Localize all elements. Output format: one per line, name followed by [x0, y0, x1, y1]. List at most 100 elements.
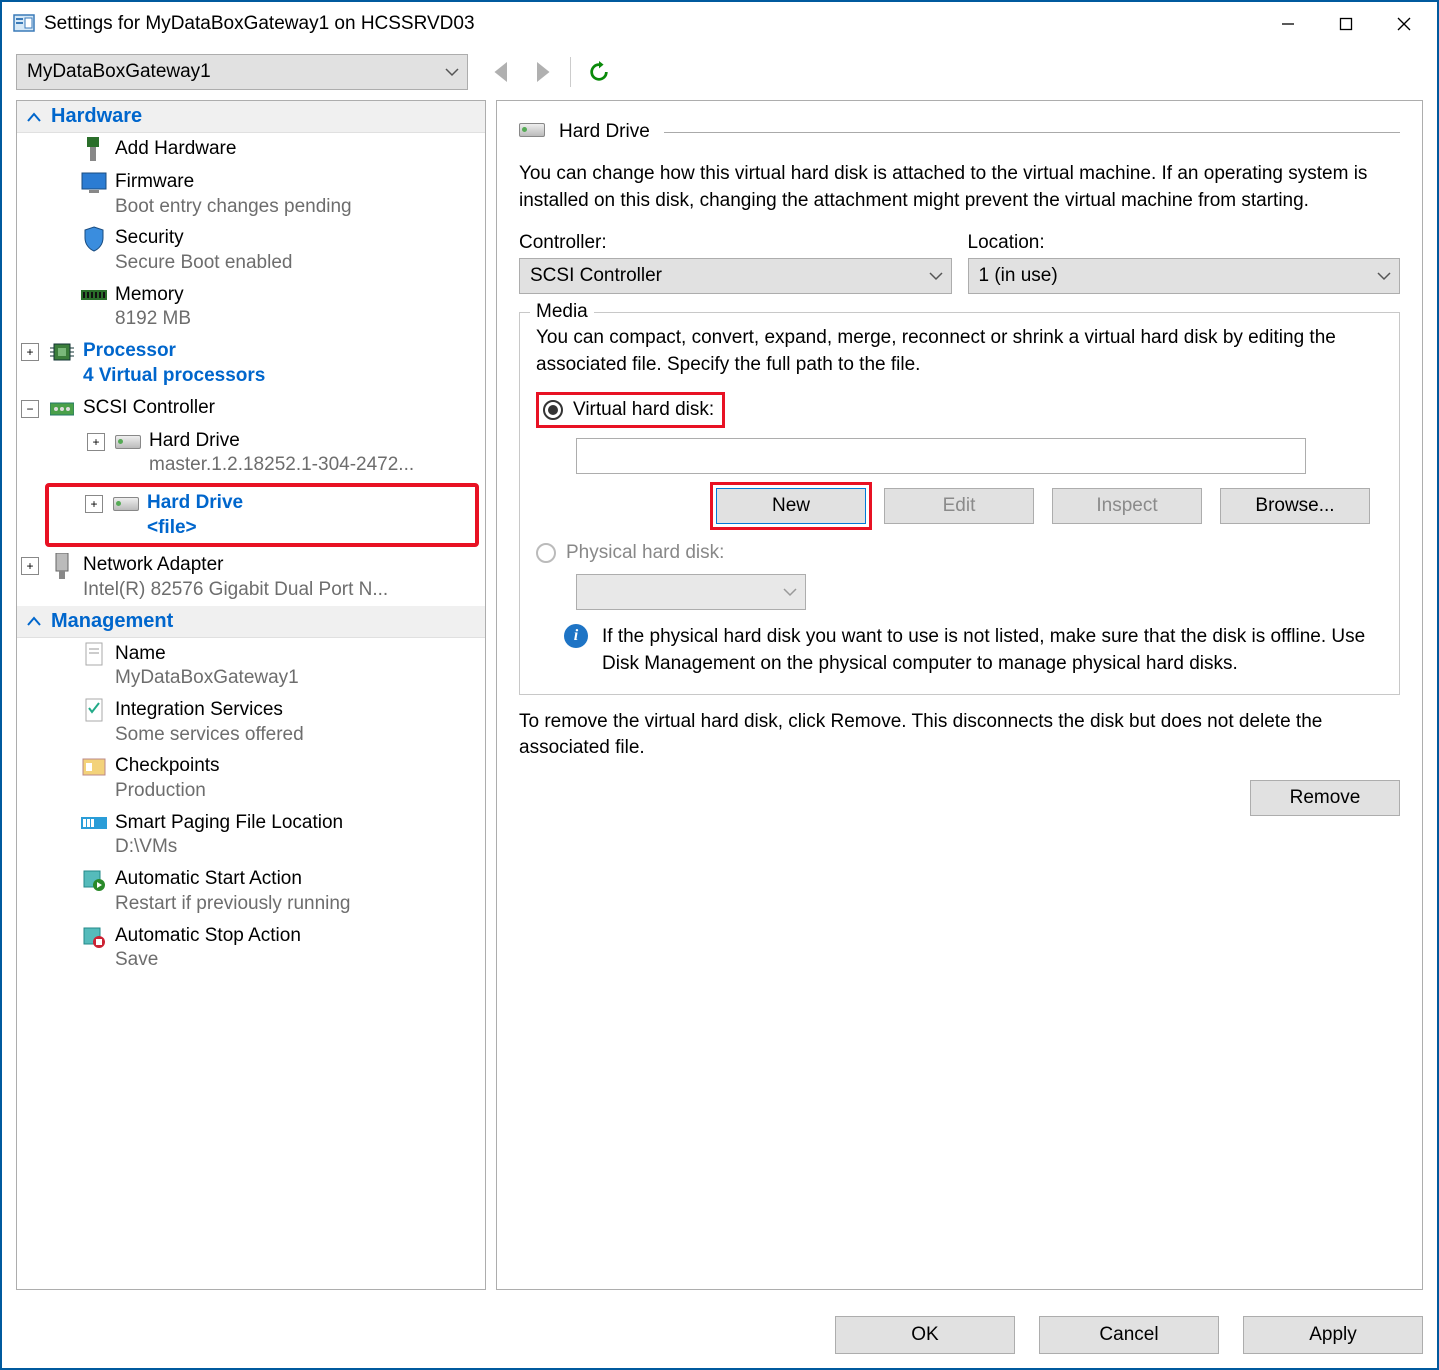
ok-button[interactable]: OK — [835, 1316, 1015, 1354]
detail-header: Hard Drive — [519, 121, 1400, 143]
item-label: Firmware — [115, 170, 352, 195]
item-sub: D:\VMs — [115, 835, 343, 860]
shield-icon — [81, 226, 107, 252]
minimize-button[interactable] — [1259, 6, 1317, 42]
item-label: Memory — [115, 283, 191, 308]
memory-icon — [81, 283, 107, 309]
chevron-down-icon — [1377, 265, 1391, 287]
hdd-icon — [115, 429, 141, 455]
maximize-button[interactable] — [1317, 6, 1375, 42]
item-label: Name — [115, 642, 299, 667]
info-text: If the physical hard disk you want to us… — [602, 624, 1383, 677]
processor-item[interactable]: + Processor 4 Virtual processors — [17, 335, 485, 391]
hdd-icon — [519, 123, 545, 141]
security-item[interactable]: Security Secure Boot enabled — [17, 222, 485, 278]
controller-label: Controller: — [519, 232, 952, 254]
scsi-controller-item[interactable]: − SCSI Controller — [17, 392, 485, 425]
item-sub: Restart if previously running — [115, 892, 351, 917]
close-button[interactable] — [1375, 6, 1433, 42]
chevron-down-icon — [445, 61, 459, 83]
info-row: i If the physical hard disk you want to … — [564, 624, 1383, 677]
vhd-path-input[interactable] — [576, 438, 1306, 474]
media-description: You can compact, convert, expand, merge,… — [536, 325, 1383, 378]
remove-button[interactable]: Remove — [1250, 780, 1400, 816]
controller-value: SCSI Controller — [530, 265, 662, 287]
physical-hard-disk-radio[interactable]: Physical hard disk: — [536, 542, 1383, 564]
virtual-hard-disk-radio[interactable]: Virtual hard disk: — [543, 399, 714, 421]
network-adapter-item[interactable]: + Network Adapter Intel(R) 82576 Gigabit… — [17, 549, 485, 605]
physical-disk-dropdown — [576, 574, 806, 610]
scsi-icon — [49, 396, 75, 422]
smart-paging-item[interactable]: Smart Paging File Location D:\VMs — [17, 807, 485, 863]
hard-drive-1-item[interactable]: + Hard Drive master.1.2.18252.1-304-2472… — [17, 425, 485, 481]
item-label: Smart Paging File Location — [115, 811, 343, 836]
item-sub: Some services offered — [115, 723, 304, 748]
vm-dropdown-value: MyDataBoxGateway1 — [27, 61, 211, 83]
memory-item[interactable]: Memory 8192 MB — [17, 279, 485, 335]
hard-drive-2-item[interactable]: + Hard Drive <file> — [49, 487, 475, 543]
firmware-item[interactable]: Firmware Boot entry changes pending — [17, 166, 485, 222]
item-sub: Production — [115, 779, 220, 804]
apply-button[interactable]: Apply — [1243, 1316, 1423, 1354]
tag-icon — [81, 642, 107, 668]
selected-item-highlight: + Hard Drive <file> — [45, 483, 479, 547]
item-label: Security — [115, 226, 292, 251]
detail-title: Hard Drive — [559, 121, 650, 143]
item-sub: Boot entry changes pending — [115, 195, 352, 220]
checkpoints-icon — [81, 754, 107, 780]
item-label: Automatic Stop Action — [115, 924, 301, 949]
item-label: Hard Drive — [147, 491, 243, 516]
refresh-button[interactable] — [581, 54, 617, 90]
stop-action-icon — [81, 924, 107, 950]
name-item[interactable]: Name MyDataBoxGateway1 — [17, 638, 485, 694]
settings-tree: Hardware Add Hardware Firmware Boot entr… — [16, 100, 486, 1290]
new-button[interactable]: New — [716, 488, 866, 524]
button-label: Apply — [1309, 1324, 1357, 1346]
expand-icon[interactable]: + — [87, 433, 105, 451]
button-label: Browse... — [1255, 495, 1334, 517]
media-legend: Media — [530, 301, 594, 323]
expand-icon[interactable]: + — [21, 343, 39, 361]
auto-stop-item[interactable]: Automatic Stop Action Save — [17, 920, 485, 976]
checkpoints-item[interactable]: Checkpoints Production — [17, 750, 485, 806]
location-label: Location: — [968, 232, 1401, 254]
controller-dropdown[interactable]: SCSI Controller — [519, 258, 952, 294]
vhd-radio-highlight: Virtual hard disk: — [536, 392, 725, 428]
window-title: Settings for MyDataBoxGateway1 on HCSSRV… — [44, 13, 1259, 35]
item-sub: Save — [115, 948, 301, 973]
auto-start-item[interactable]: Automatic Start Action Restart if previo… — [17, 863, 485, 919]
management-section[interactable]: Management — [17, 606, 485, 638]
browse-button[interactable]: Browse... — [1220, 488, 1370, 524]
media-fieldset: Media You can compact, convert, expand, … — [519, 312, 1400, 694]
detail-pane: Hard Drive You can change how this virtu… — [496, 100, 1423, 1290]
monitor-icon — [81, 170, 107, 196]
button-label: Cancel — [1099, 1324, 1158, 1346]
chevron-down-icon — [929, 265, 943, 287]
item-label: SCSI Controller — [83, 396, 215, 421]
integration-services-item[interactable]: Integration Services Some services offer… — [17, 694, 485, 750]
radio-label: Physical hard disk: — [566, 542, 724, 564]
radio-label: Virtual hard disk: — [573, 399, 714, 421]
item-label: Processor — [83, 339, 265, 364]
edit-button: Edit — [884, 488, 1034, 524]
expand-icon[interactable]: + — [21, 557, 39, 575]
expand-icon[interactable]: + — [85, 495, 103, 513]
item-sub: MyDataBoxGateway1 — [115, 666, 299, 691]
chevron-down-icon — [783, 581, 797, 603]
collapse-icon[interactable]: − — [21, 400, 39, 418]
item-sub: <file> — [147, 516, 243, 541]
item-sub: master.1.2.18252.1-304-2472... — [149, 453, 414, 478]
item-sub: 4 Virtual processors — [83, 364, 265, 389]
add-hardware-item[interactable]: Add Hardware — [17, 133, 485, 166]
nav-back-button[interactable] — [484, 54, 520, 90]
cancel-button[interactable]: Cancel — [1039, 1316, 1219, 1354]
item-label: Hard Drive — [149, 429, 414, 454]
dialog-footer: OK Cancel Apply — [835, 1316, 1423, 1354]
nav-forward-button[interactable] — [524, 54, 560, 90]
location-dropdown[interactable]: 1 (in use) — [968, 258, 1401, 294]
integration-icon — [81, 698, 107, 724]
hardware-section[interactable]: Hardware — [17, 101, 485, 133]
add-hardware-icon — [81, 137, 107, 163]
cpu-icon — [49, 339, 75, 365]
vm-dropdown[interactable]: MyDataBoxGateway1 — [16, 54, 468, 90]
